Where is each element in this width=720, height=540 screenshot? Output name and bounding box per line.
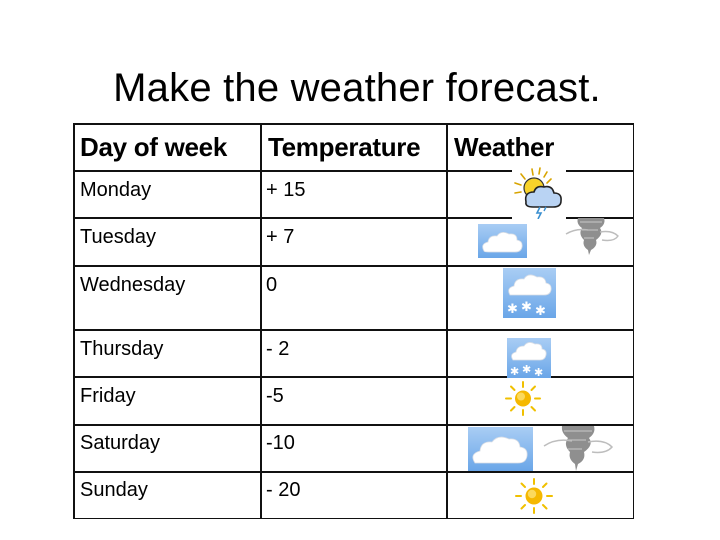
cloud-icon: [478, 224, 527, 258]
table-row-day: Thursday: [80, 338, 164, 360]
tornado-icon: [540, 424, 616, 472]
snow-cloud-icon: ✱ ✱ ✱: [503, 268, 556, 319]
table-row-temperature: + 7: [266, 226, 295, 248]
slide-title: Make the weather forecast.: [113, 66, 601, 110]
header-day-of-week: Day of week: [80, 132, 227, 162]
row-divider: [73, 265, 634, 267]
table-row-temperature: -5: [266, 385, 284, 407]
svg-text:✱: ✱: [535, 304, 546, 318]
cloud-icon: [468, 427, 533, 471]
snow-cloud-icon: ✱ ✱ ✱: [507, 338, 551, 379]
table-row-day: Sunday: [80, 479, 148, 501]
header-temperature: Temperature: [268, 132, 421, 162]
row-divider: [73, 329, 634, 331]
table-border-top: [73, 123, 634, 125]
svg-text:✱: ✱: [507, 302, 518, 317]
table-row-temperature: - 20: [266, 479, 301, 501]
header-weather: Weather: [454, 132, 555, 162]
table-row-day: Saturday: [80, 432, 161, 454]
sun-cloud-lightning-icon: [512, 166, 566, 220]
svg-text:✱: ✱: [522, 363, 531, 376]
svg-text:✱: ✱: [534, 366, 543, 378]
table-border-bottom: [73, 517, 634, 519]
table-row-day: Friday: [80, 385, 136, 407]
table-row-day: Tuesday: [80, 226, 156, 248]
table-row-temperature: 0: [266, 274, 278, 296]
sun-icon: [515, 478, 553, 514]
table-border-left: [73, 123, 75, 519]
tornado-icon: [560, 216, 622, 256]
table-border-right: [632, 123, 634, 519]
table-row-day: Monday: [80, 179, 152, 201]
table-row-temperature: + 15: [266, 179, 306, 201]
table-row-day: Wednesday: [80, 274, 186, 296]
column-divider: [260, 123, 262, 519]
svg-text:✱: ✱: [510, 365, 519, 378]
table-row-temperature: -10: [266, 432, 295, 454]
svg-text:✱: ✱: [521, 300, 532, 315]
sun-icon: [505, 381, 541, 416]
table-row-temperature: - 2: [266, 338, 290, 360]
column-divider: [446, 123, 448, 519]
